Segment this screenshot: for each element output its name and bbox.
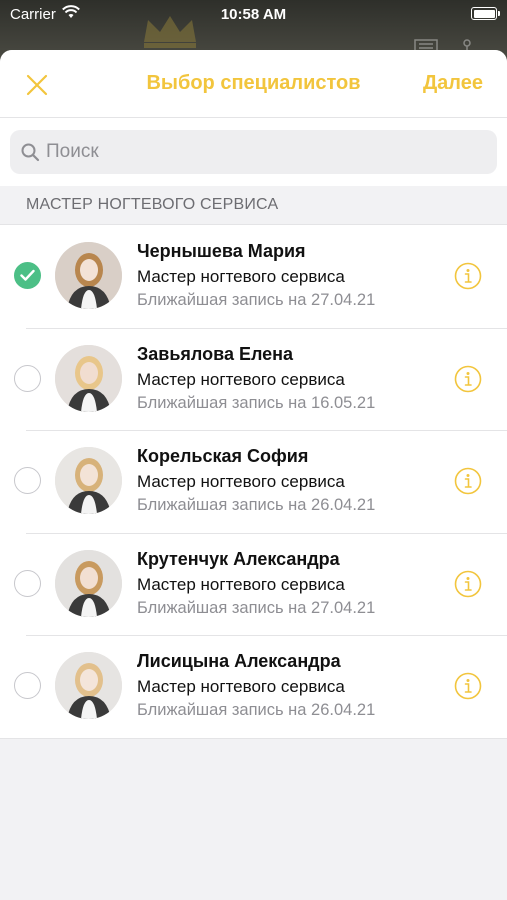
section-header: МАСТЕР НОГТЕВОГО СЕРВИСА <box>26 196 279 213</box>
next-appointment: Ближайшая запись на 26.04.21 <box>137 496 376 515</box>
specialist-role: Мастер ногтевого сервиса <box>137 369 345 389</box>
checkmark-icon <box>20 269 35 281</box>
unselected-radio[interactable] <box>14 569 41 597</box>
specialists-list: Чернышева Мария Мастер ногтевого сервиса… <box>0 224 507 739</box>
navigation-bar: Выбор специалистов Далее <box>0 50 507 118</box>
specialist-role: Мастер ногтевого сервиса <box>137 267 345 286</box>
clock: 10:58 AM <box>220 6 287 23</box>
info-icon[interactable] <box>454 467 482 495</box>
avatar-photo-icon <box>55 652 122 720</box>
info-icon[interactable] <box>454 570 482 598</box>
next-appointment: Ближайшая запись на 27.04.21 <box>137 598 376 617</box>
search-bar <box>0 118 507 186</box>
unselected-radio[interactable] <box>14 364 41 392</box>
unselected-radio[interactable] <box>14 467 41 495</box>
avatar <box>55 344 122 412</box>
search-input[interactable] <box>46 130 486 174</box>
next-appointment: Ближайшая запись на 27.04.21 <box>137 291 376 309</box>
search-icon <box>21 143 40 162</box>
avatar <box>55 549 122 617</box>
info-icon[interactable] <box>454 365 482 393</box>
specialist-row[interactable]: Завьялова Елена Мастер ногтевого сервиса… <box>0 327 507 431</box>
specialist-row[interactable]: Чернышева Мария Мастер ногтевого сервиса… <box>0 225 507 328</box>
specialist-row[interactable]: Крутенчук Александра Мастер ногтевого се… <box>0 532 507 636</box>
info-icon[interactable] <box>454 262 482 290</box>
avatar-photo-icon <box>55 242 122 309</box>
avatar <box>55 652 122 720</box>
specialist-row[interactable]: Корельская София Мастер ногтевого сервис… <box>0 430 507 533</box>
specialist-name: Лисицына Александра <box>137 651 341 672</box>
specialist-row[interactable]: Лисицына Александра Мастер ногтевого сер… <box>0 635 507 738</box>
specialist-name: Корельская София <box>137 446 309 467</box>
avatar-photo-icon <box>55 549 122 617</box>
specialists-sheet: Выбор специалистов Далее МАСТЕР НОГТЕВОГ… <box>0 50 507 900</box>
avatar <box>55 242 122 309</box>
next-appointment: Ближайшая запись на 26.04.21 <box>137 701 376 720</box>
unselected-radio[interactable] <box>14 672 41 700</box>
specialist-name: Завьялова Елена <box>137 343 294 364</box>
specialist-role: Мастер ногтевого сервиса <box>137 677 345 697</box>
next-button[interactable]: Далее <box>423 72 483 95</box>
specialist-role: Мастер ногтевого сервиса <box>137 472 345 492</box>
specialist-role: Мастер ногтевого сервиса <box>137 574 345 594</box>
avatar-photo-icon <box>55 447 122 515</box>
status-bar: Carrier 10:58 AM <box>0 0 507 30</box>
avatar <box>55 447 122 515</box>
specialist-name: Крутенчук Александра <box>137 548 340 569</box>
next-appointment: Ближайшая запись на 16.05.21 <box>137 393 376 412</box>
search-field-container[interactable] <box>10 130 497 174</box>
battery-icon <box>471 7 500 20</box>
specialist-name: Чернышева Мария <box>137 241 306 261</box>
avatar-photo-icon <box>55 344 122 412</box>
info-icon[interactable] <box>454 672 482 700</box>
selected-radio[interactable] <box>14 262 41 289</box>
